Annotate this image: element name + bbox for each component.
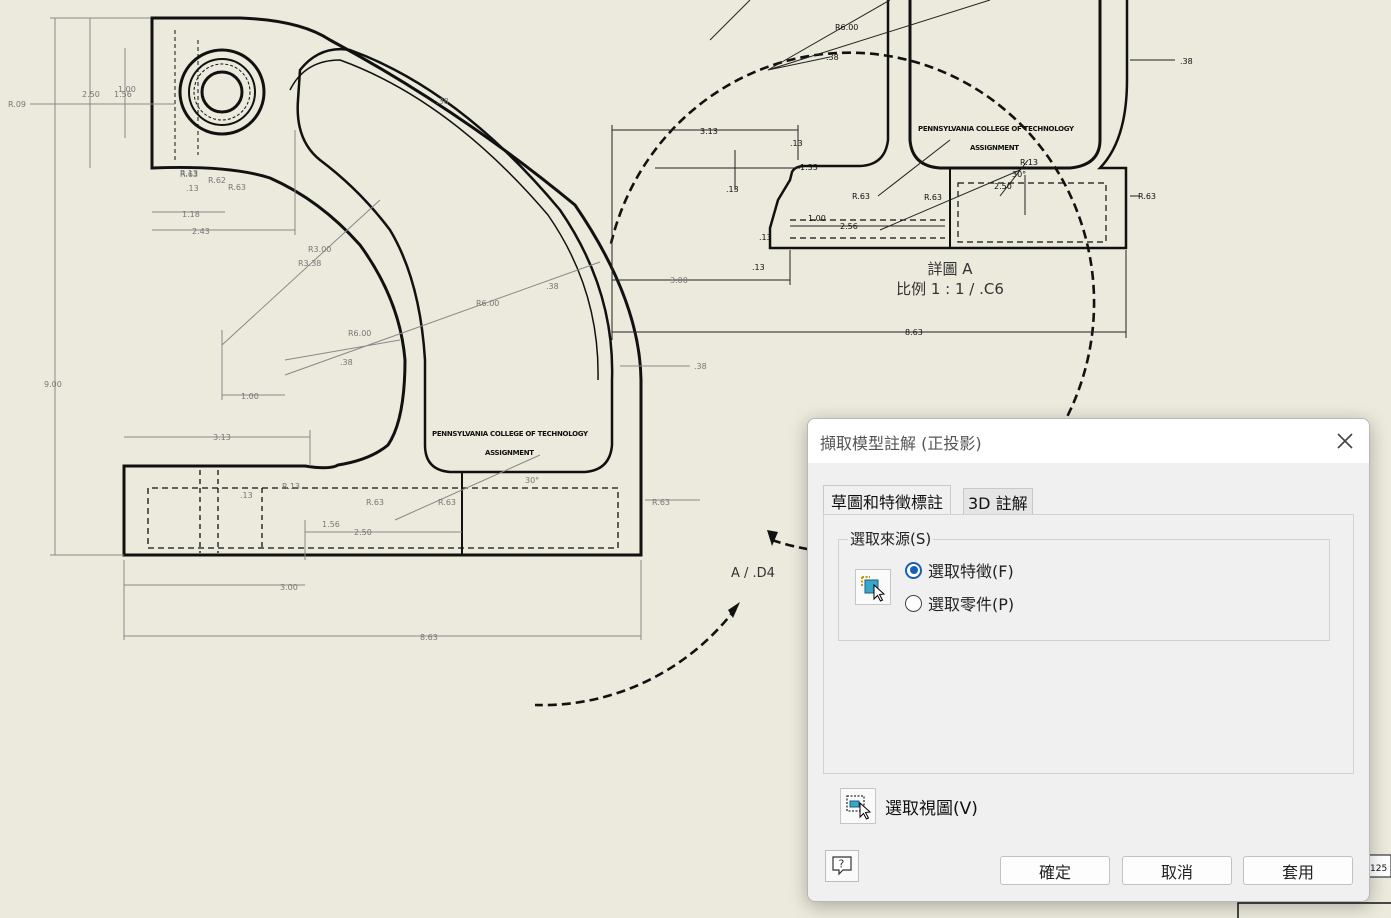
main-dim-label-1: 2.50 (82, 90, 100, 99)
detail-view-title: 詳圖 A (927, 260, 973, 278)
main-dim-label-21: 1.56 (322, 520, 340, 529)
main-dim-label-28: R6.00 (476, 299, 499, 308)
detail-view-caption: 詳圖 A 比例 1 : 1 / .C6 (860, 259, 1040, 299)
main-dim-label-30: .38 (436, 97, 449, 106)
main-dim-label-7: R.62 (208, 176, 226, 185)
detail-dim-label-17: 8.63 (905, 328, 923, 337)
close-button[interactable] (1331, 427, 1359, 455)
svg-text:125: 125 (1370, 864, 1387, 874)
main-dim-label-17: 3.13 (213, 433, 231, 442)
main-dim-label-0: R.09 (8, 100, 26, 109)
main-dim-label-23: R.63 (438, 498, 456, 507)
select-feature-tool-button[interactable] (855, 569, 891, 605)
dialog-title: 擷取模型註解 (正投影) (820, 434, 982, 453)
main-dim-label-16: 9.00 (44, 380, 62, 389)
detail-dim-label-12: 2.56 (840, 222, 858, 231)
help-icon: ? (832, 856, 852, 876)
radio-select-part[interactable]: 選取零件(P) (905, 592, 1014, 614)
tab-sketch-and-feature-dimensions[interactable]: 草圖和特徵標註 (823, 485, 952, 515)
detail-dim-label-4: .13 (790, 139, 803, 148)
detail-dim-label-0: R6.00 (835, 23, 858, 32)
main-dim-label-5: R.13 (180, 169, 198, 178)
cancel-button[interactable]: 取消 (1122, 856, 1232, 885)
detail-dim-label-9: 30° (1012, 170, 1026, 179)
radio-select-feature-label: 選取特徵(F) (928, 562, 1014, 581)
main-dim-label-25: 30° (525, 476, 539, 485)
tab-3d-annotations[interactable]: 3D 註解 (963, 488, 1033, 515)
main-dim-label-29: .38 (546, 282, 559, 291)
select-view-icon (846, 795, 872, 820)
main-dim-label-31: 3.00 (670, 276, 688, 285)
detail-dim-label-11: 1.00 (808, 214, 826, 223)
detail-dim-label-1: .38 (826, 53, 839, 62)
detail-engraving-line-1: PENNSYLVANIA COLLEGE OF TECHNOLOGY (918, 125, 1075, 133)
detail-view-scale: 比例 1 : 1 / .C6 (896, 280, 1004, 298)
section-label: A / .D4 (731, 566, 775, 581)
detail-dim-label-14: 1.33 (800, 163, 818, 172)
dialog-title-bar[interactable]: 擷取模型註解 (正投影) (808, 419, 1369, 463)
main-dim-label-32: .38 (694, 362, 707, 371)
detail-dim-label-16: R.63 (1138, 192, 1156, 201)
svg-text:?: ? (839, 858, 845, 871)
main-dim-label-15: 1.00 (241, 392, 259, 401)
main-dim-label-11: R3.00 (308, 245, 331, 254)
main-dim-label-6: .13 (186, 184, 199, 193)
detail-dim-label-10: 2.50 (994, 182, 1012, 191)
select-view-tool-button[interactable] (840, 788, 876, 824)
detail-dim-label-8: R.13 (1020, 158, 1038, 167)
radio-select-feature-indicator[interactable] (905, 561, 922, 579)
main-dim-label-9: 1.18 (182, 210, 200, 219)
engraving-line-2: ASSIGNMENT (485, 449, 534, 457)
detail-dim-label-6: R.63 (852, 192, 870, 201)
main-dim-label-26: 3.00 (280, 583, 298, 592)
help-button[interactable]: ? (825, 850, 859, 882)
apply-button[interactable]: 套用 (1243, 856, 1353, 885)
retrieve-model-annotations-dialog: 擷取模型註解 (正投影) 草圖和特徵標註 3D 註解 選取來源(S) 選取特徵(… (807, 418, 1370, 902)
detail-dim-label-2: .38 (1180, 57, 1193, 66)
select-source-legend: 選取來源(S) (848, 528, 934, 549)
detail-dim-label-5: .13 (726, 185, 739, 194)
main-view-outline (122, 16, 643, 557)
main-dim-label-10: 2.43 (192, 227, 210, 236)
main-dim-label-19: R.13 (282, 482, 300, 491)
detail-dim-label-13: .13 (759, 233, 772, 242)
select-feature-icon (861, 576, 886, 602)
radio-select-part-label: 選取零件(P) (928, 595, 1015, 614)
ok-button[interactable]: 確定 (1000, 856, 1110, 885)
detail-dim-label-7: R.63 (924, 193, 942, 202)
main-dim-label-24: R.63 (652, 498, 670, 507)
main-dim-label-13: R6.00 (348, 329, 371, 338)
main-dim-label-27: 8.63 (420, 633, 438, 642)
main-dim-label-14: .38 (340, 358, 353, 367)
detail-dim-label-15: .13 (752, 263, 765, 272)
main-dim-label-12: R3.38 (298, 259, 321, 268)
select-view-label: 選取視圖(V) (885, 799, 978, 819)
engraving-line-1: PENNSYLVANIA COLLEGE OF TECHNOLOGY (432, 430, 589, 438)
main-dim-label-22: R.63 (366, 498, 384, 507)
main-dim-label-20: 2.50 (354, 528, 372, 537)
main-dim-label-3: 1.56 (114, 90, 132, 99)
radio-select-part-indicator[interactable] (905, 594, 922, 612)
radio-select-feature[interactable]: 選取特徵(F) (905, 559, 1014, 581)
main-dim-label-18: .13 (240, 491, 253, 500)
detail-dim-label-3: 3.13 (700, 127, 718, 136)
select-source-group (838, 539, 1330, 641)
main-dim-label-8: R.63 (228, 183, 246, 192)
detail-view-outline (768, 0, 1129, 250)
close-icon (1337, 433, 1353, 449)
detail-engraving-line-2: ASSIGNMENT (970, 144, 1019, 152)
